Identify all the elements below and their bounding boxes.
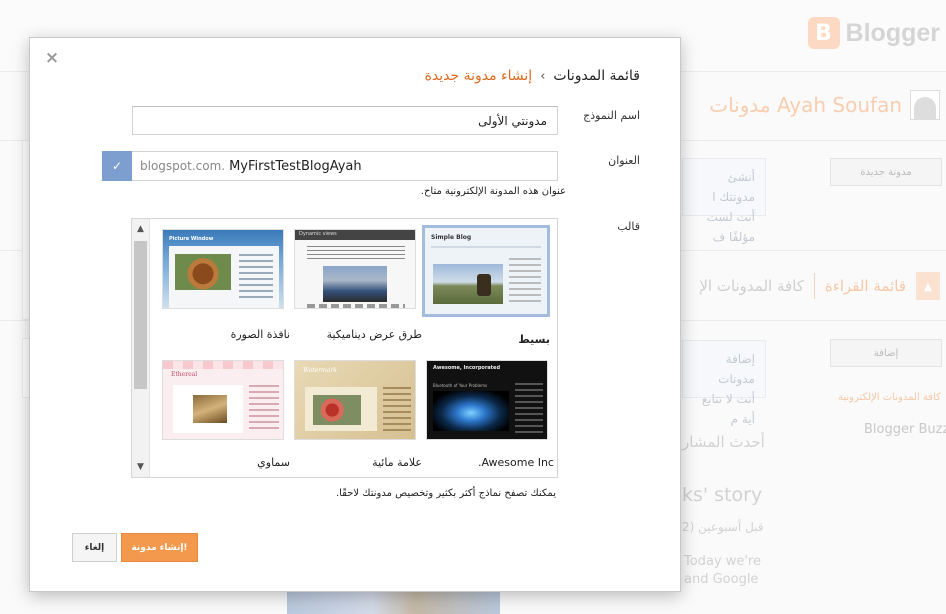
template-awesome-thumbnail: Awesome, Incorporated Bluetooth of Your … [426, 360, 548, 440]
thumb-sidebar [239, 254, 273, 300]
thumb-post-title: Bluetooth of Your Problems [433, 383, 488, 388]
thumb-title: Simple Blog [431, 234, 472, 241]
template-awesome-inc[interactable]: Awesome, Incorporated Bluetooth of Your … [426, 360, 554, 469]
collapse-arrow-icon[interactable]: ▲ [916, 272, 940, 300]
template-watermark[interactable]: Watermark علامة مائية [294, 360, 422, 469]
close-icon[interactable]: × [44, 50, 60, 67]
blogger-buzz-link[interactable]: Blogger Buzz [864, 422, 946, 437]
address-menu-icon[interactable]: ✓ [102, 151, 132, 181]
new-blog-button[interactable]: مدونة جديدة [830, 158, 942, 186]
thumb-photo [433, 391, 509, 431]
template-name: بسيط [518, 333, 550, 346]
scroll-up-icon[interactable]: ▲ [132, 221, 149, 237]
avatar-icon[interactable] [910, 90, 940, 120]
template-ethereal-thumbnail: Ethereal [162, 360, 284, 440]
template-dynamic-views[interactable]: Dynamic views طرق عرض ديناميكية [294, 229, 422, 341]
post-image [287, 590, 500, 614]
tab-reading-list[interactable]: قائمة القراءة [825, 277, 906, 295]
templates-help-text: يمكنك تصفح نماذج أكثر بكثير وتخصيص مدونت… [335, 488, 556, 499]
template-picture-thumbnail: Picture Window [162, 229, 284, 309]
address-suffix: blogspot.com. [140, 159, 226, 173]
callout-text: إضافة مدونات [718, 352, 755, 386]
breadcrumb: إنشاء مدونة جديدة › قائمة المدونات [425, 68, 640, 84]
cancel-button[interactable]: إلغاء [72, 533, 117, 562]
create-blog-callout: أنشئ مدونتك ا أنت لست مؤلفًا ف [682, 158, 766, 244]
add-button[interactable]: إضافة [830, 339, 942, 367]
thumb-photo [313, 395, 361, 425]
template-scrollbar[interactable]: ▲ ▼ [132, 219, 150, 477]
template-dynamic-thumbnail: Dynamic views [294, 229, 416, 309]
thumb-photo [323, 266, 387, 302]
add-blogs-callout: إضافة مدونات أنت لا تتابع أية م [682, 340, 766, 426]
thumb-text [307, 304, 405, 308]
blog-title-input[interactable]: مدونتي الأولى [132, 106, 558, 135]
thumb-sidebar [509, 258, 541, 304]
thumb-sidebar [249, 385, 279, 431]
scroll-thumb[interactable] [134, 241, 147, 389]
tab-separator [813, 273, 815, 299]
address-value: MyFirstTestBlogAyah [229, 158, 362, 174]
thumb-sidebar [515, 383, 543, 433]
title-label: اسم النموذج [583, 109, 640, 122]
template-watermark-thumbnail: Watermark [294, 360, 416, 440]
story-text: Today we're [684, 554, 761, 569]
create-blog-dialog: × إنشاء مدونة جديدة › قائمة المدونات اسم… [29, 37, 681, 592]
callout-text: أنشئ مدونتك ا [712, 170, 755, 204]
all-blogs-link[interactable]: كافة المدونات الإلكترونية [838, 392, 941, 403]
thumb-photo [193, 395, 227, 423]
address-available-message: عنوان هذه المدونة الإلكترونية متاح. [420, 186, 566, 197]
breadcrumb-blog-list-link[interactable]: قائمة المدونات [553, 68, 640, 84]
callout-text: أنت لا تتابع أية م [701, 392, 755, 426]
thumb-header [163, 361, 283, 369]
template-name: طرق عرض ديناميكية [326, 328, 422, 341]
user-header: مدونات Ayah Soufan [709, 90, 940, 120]
reading-tabs: كافة المدونات الإ قائمة القراءة ▲ [699, 272, 940, 300]
template-simple[interactable]: Simple Blog بسيط [422, 225, 550, 346]
tab-all-blogs[interactable]: كافة المدونات الإ [699, 277, 804, 295]
thumb-title: Awesome, Incorporated [433, 365, 501, 371]
address-input[interactable]: blogspot.com. MyFirstTestBlogAyah [132, 151, 558, 181]
template-picker: ▲ ▼ Simple Blog بسيط Dynamic views طرق ع… [131, 218, 558, 478]
thumb-line [431, 246, 541, 248]
blogger-logo[interactable]: B Blogger [807, 17, 940, 49]
thumb-title: Dynamic views [299, 231, 337, 237]
template-simple-thumbnail: Simple Blog [422, 225, 550, 317]
thumb-title: Ethereal [171, 371, 198, 378]
template-name: علامة مائية [372, 456, 422, 469]
story-title[interactable]: ks' story [682, 484, 762, 506]
scroll-down-icon[interactable]: ▼ [132, 459, 149, 475]
address-label: العنوان [608, 154, 640, 167]
callout-text: أنت لست مؤلفًا ف [706, 210, 755, 244]
story-text: and Google [684, 572, 759, 587]
create-blog-button[interactable]: إنشاء مدونة! [121, 533, 198, 562]
thumb-photo [175, 254, 231, 290]
thumb-text [307, 246, 405, 260]
chevron-left-icon: › [540, 68, 546, 84]
thumb-photo [433, 264, 503, 304]
user-blogs-title: مدونات Ayah Soufan [709, 93, 902, 117]
thumb-sidebar [383, 387, 411, 431]
blogger-logo-icon: B [807, 17, 840, 49]
blogger-logo-text: Blogger [845, 18, 940, 47]
template-ethereal[interactable]: Ethereal سماوي [162, 360, 290, 469]
template-picture-window[interactable]: Picture Window نافذة الصورة [162, 229, 290, 341]
thumb-lamp [477, 274, 491, 296]
address-field-group: ✓ blogspot.com. MyFirstTestBlogAyah [102, 151, 558, 181]
template-name: Awesome Inc. [477, 456, 554, 469]
thumb-title: Picture Window [169, 236, 214, 242]
story-date: قبل أسبوعين (2 [682, 520, 764, 534]
breadcrumb-current: إنشاء مدونة جديدة [424, 68, 533, 84]
template-label: قالب [617, 220, 640, 233]
template-name: نافذة الصورة [230, 328, 290, 341]
template-name: سماوي [257, 456, 290, 469]
thumb-title: Watermark [303, 367, 337, 374]
latest-posts-heading: أحدث المشار [682, 433, 765, 451]
